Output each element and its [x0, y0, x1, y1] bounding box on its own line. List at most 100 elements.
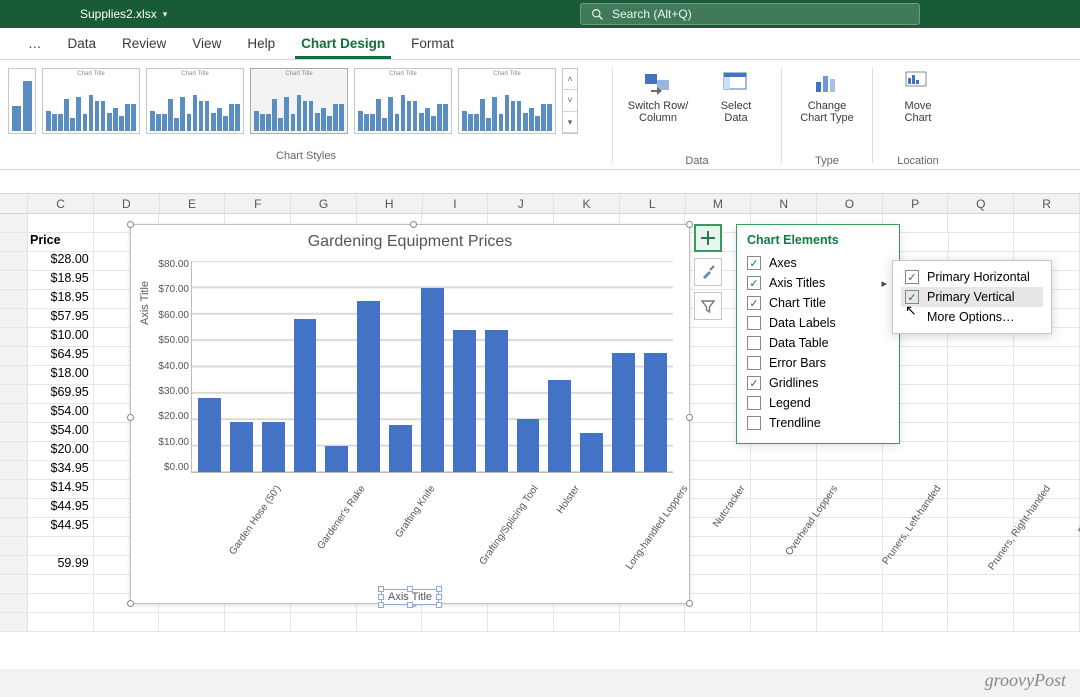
- cell[interactable]: [488, 613, 554, 631]
- gallery-scroll[interactable]: ˄ ˅ ▾: [562, 68, 578, 134]
- column-header[interactable]: M: [686, 194, 752, 213]
- column-header[interactable]: N: [751, 194, 817, 213]
- checkbox[interactable]: ✓: [747, 296, 761, 310]
- checkbox[interactable]: [747, 316, 761, 330]
- cell[interactable]: [948, 347, 1014, 365]
- cell[interactable]: $44.95: [28, 518, 94, 536]
- chart-element-option[interactable]: Legend: [747, 393, 889, 413]
- cell[interactable]: $54.00: [28, 423, 94, 441]
- cell[interactable]: $54.00: [28, 404, 94, 422]
- bar[interactable]: [389, 425, 412, 472]
- checkbox[interactable]: ✓: [905, 290, 919, 304]
- cell[interactable]: [948, 480, 1014, 498]
- tab-chart-design[interactable]: Chart Design: [295, 32, 391, 59]
- cell[interactable]: $69.95: [28, 385, 94, 403]
- cell[interactable]: [1014, 366, 1080, 384]
- bar[interactable]: [357, 301, 380, 472]
- cell[interactable]: [883, 613, 949, 631]
- cell[interactable]: [751, 594, 817, 612]
- cell[interactable]: [948, 214, 1014, 232]
- chart-element-option[interactable]: ✓Chart Title: [747, 293, 889, 313]
- chart-elements-flyout[interactable]: Chart Elements ✓Axes✓Axis Titles✓Chart T…: [736, 224, 900, 444]
- cell[interactable]: $44.95: [28, 499, 94, 517]
- bar[interactable]: [325, 446, 348, 472]
- column-header[interactable]: D: [94, 194, 160, 213]
- cell[interactable]: $18.95: [28, 271, 94, 289]
- cell[interactable]: $10.00: [28, 328, 94, 346]
- cell[interactable]: 59.99: [28, 556, 94, 574]
- chart-style-thumb[interactable]: Chart Title: [354, 68, 452, 134]
- cell[interactable]: [357, 613, 423, 631]
- chart-element-option[interactable]: Data Labels: [747, 313, 889, 333]
- checkbox[interactable]: [747, 416, 761, 430]
- chart-style-thumb[interactable]: Chart Title: [42, 68, 140, 134]
- column-header[interactable]: C: [28, 194, 94, 213]
- cell[interactable]: [28, 613, 94, 631]
- tab-data[interactable]: Data: [62, 32, 103, 59]
- cell[interactable]: [1014, 461, 1080, 479]
- column-headers[interactable]: CDEFGHIJKLMNOPQR: [0, 194, 1080, 214]
- cell[interactable]: [948, 442, 1014, 460]
- x-axis-title-selected[interactable]: Axis Title: [381, 589, 439, 605]
- bar[interactable]: [294, 319, 317, 472]
- cell[interactable]: [751, 480, 817, 498]
- gallery-expand-icon[interactable]: ▾: [563, 112, 577, 133]
- column-header[interactable]: O: [817, 194, 883, 213]
- axis-title-option[interactable]: ✓Primary Horizontal: [901, 267, 1043, 287]
- bar[interactable]: [517, 419, 540, 472]
- cell[interactable]: [1014, 404, 1080, 422]
- checkbox[interactable]: ✓: [747, 276, 761, 290]
- cell[interactable]: [28, 537, 94, 555]
- cell[interactable]: $18.95: [28, 290, 94, 308]
- plot-area[interactable]: [191, 261, 673, 473]
- bar[interactable]: [548, 380, 571, 472]
- cell[interactable]: [817, 613, 883, 631]
- move-chart-button[interactable]: Move Chart: [883, 66, 953, 124]
- chart-styles-button[interactable]: [694, 258, 722, 286]
- cell[interactable]: [949, 233, 1015, 251]
- bar-series[interactable]: [192, 261, 673, 472]
- checkbox[interactable]: [747, 356, 761, 370]
- chevron-up-icon[interactable]: ˄: [563, 69, 577, 90]
- chart-element-option[interactable]: Trendline: [747, 413, 889, 433]
- column-header[interactable]: L: [620, 194, 686, 213]
- axis-title-option[interactable]: More Options…: [901, 307, 1043, 327]
- tab-format[interactable]: Format: [405, 32, 460, 59]
- cell[interactable]: [883, 442, 949, 460]
- cell[interactable]: [1014, 385, 1080, 403]
- column-header[interactable]: E: [160, 194, 226, 213]
- bar[interactable]: [262, 422, 285, 472]
- select-data-button[interactable]: Select Data: [701, 66, 771, 124]
- cell[interactable]: $57.95: [28, 309, 94, 327]
- column-header[interactable]: R: [1014, 194, 1080, 213]
- cell[interactable]: $14.95: [28, 480, 94, 498]
- cell[interactable]: [1014, 214, 1080, 232]
- cell[interactable]: [685, 442, 751, 460]
- cell[interactable]: [948, 404, 1014, 422]
- checkbox[interactable]: ✓: [905, 270, 919, 284]
- bar[interactable]: [485, 330, 508, 472]
- embedded-chart[interactable]: Gardening Equipment Prices Axis Title $8…: [130, 224, 690, 604]
- cell[interactable]: [817, 442, 883, 460]
- cell[interactable]: [1014, 442, 1080, 460]
- cell[interactable]: [225, 613, 291, 631]
- cell[interactable]: [817, 461, 883, 479]
- checkbox[interactable]: ✓: [747, 256, 761, 270]
- cell[interactable]: [1014, 347, 1080, 365]
- cell[interactable]: $28.00: [28, 252, 94, 270]
- cell[interactable]: [159, 613, 225, 631]
- chart-element-option[interactable]: Data Table: [747, 333, 889, 353]
- column-header[interactable]: [0, 194, 28, 213]
- checkbox[interactable]: ✓: [747, 376, 761, 390]
- chart-style-thumb[interactable]: Chart Title: [250, 68, 348, 134]
- chevron-down-icon[interactable]: ˅: [563, 90, 577, 111]
- cell[interactable]: [751, 442, 817, 460]
- chevron-down-icon[interactable]: ▾: [163, 9, 168, 20]
- cell[interactable]: [751, 613, 817, 631]
- column-header[interactable]: K: [554, 194, 620, 213]
- cell[interactable]: [1014, 423, 1080, 441]
- cell[interactable]: [948, 461, 1014, 479]
- chart-element-option[interactable]: ✓Axes: [747, 253, 889, 273]
- bar[interactable]: [644, 353, 667, 472]
- cell[interactable]: Price: [28, 233, 94, 251]
